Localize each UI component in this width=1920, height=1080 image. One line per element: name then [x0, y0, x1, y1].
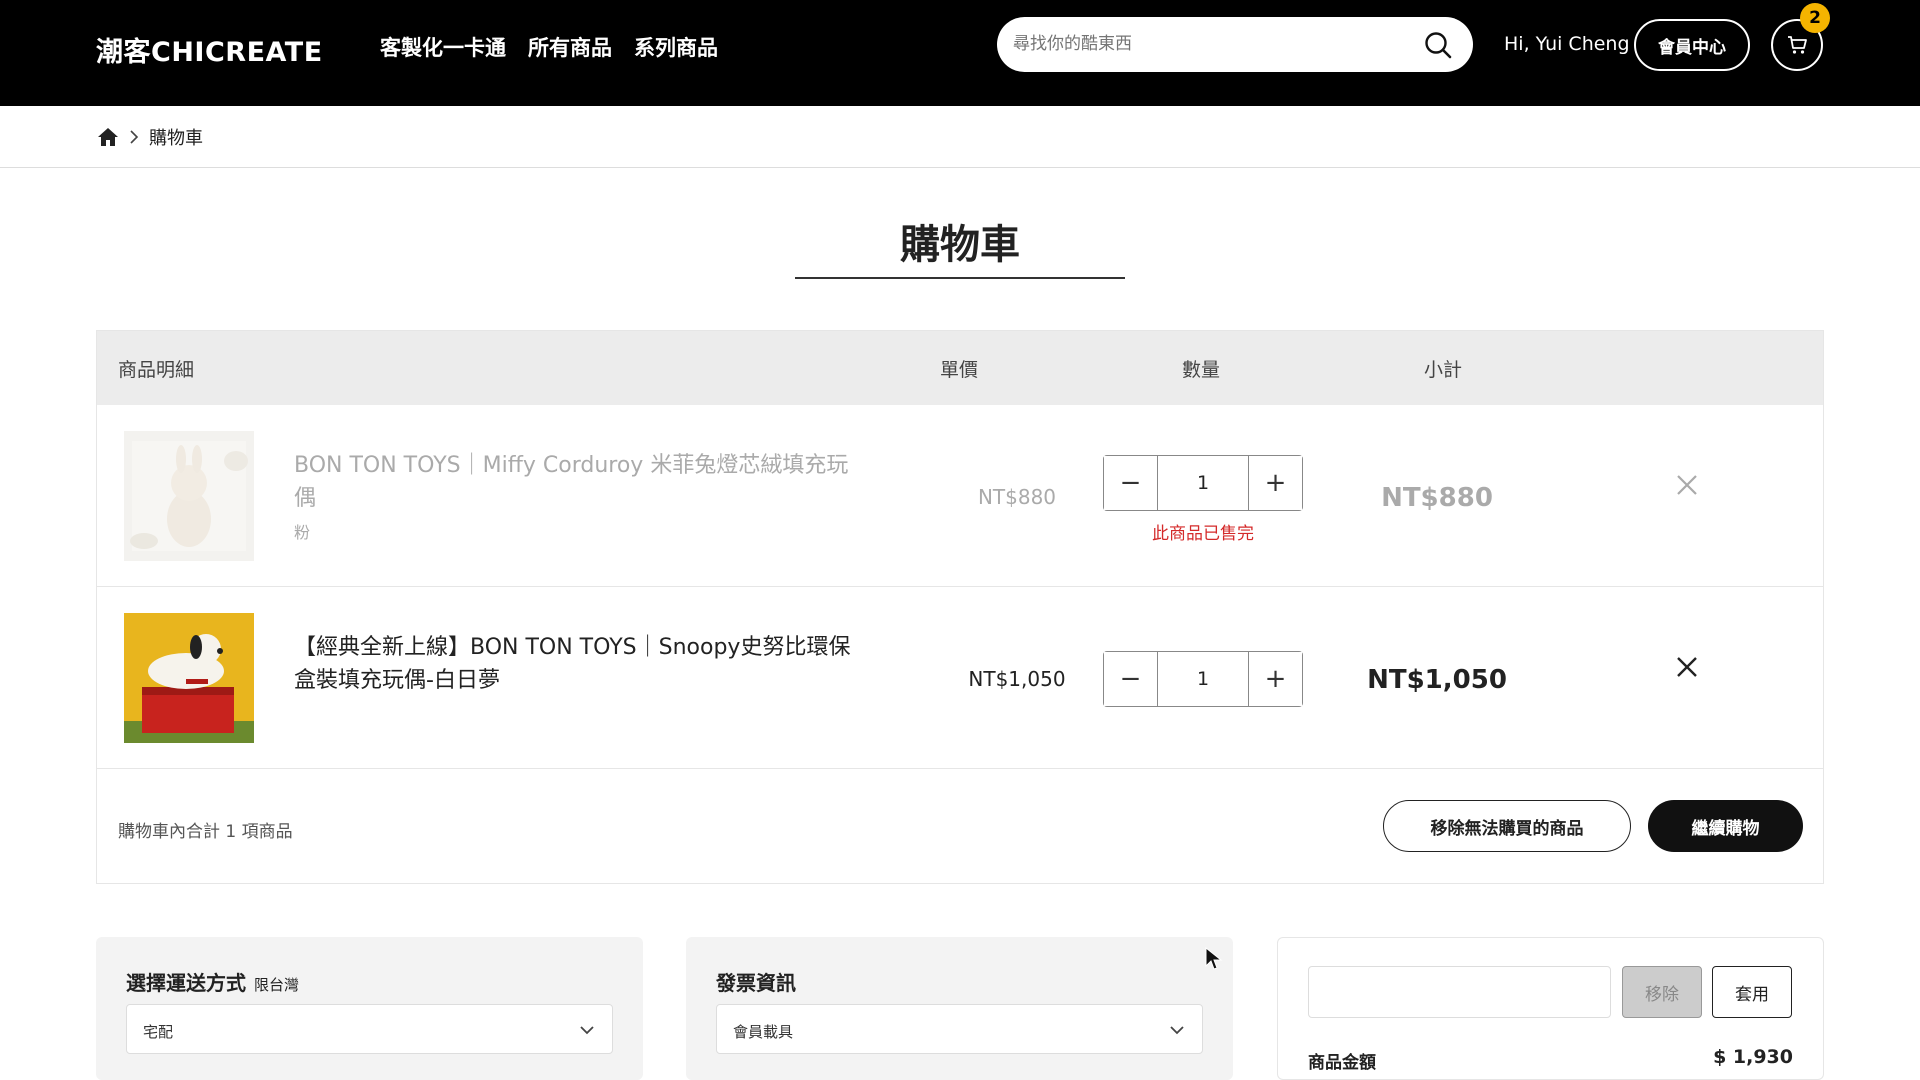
shipping-title-text: 選擇運送方式 [126, 971, 246, 995]
increase-qty-button[interactable]: + [1249, 652, 1302, 706]
continue-shopping-button[interactable]: 繼續購物 [1648, 800, 1803, 852]
breadcrumb: 購物車 [97, 124, 203, 150]
invoice-select[interactable]: 會員載具 [716, 1004, 1203, 1054]
mouse-cursor-icon [1205, 947, 1223, 970]
invoice-panel: 發票資訊 會員載具 [686, 937, 1233, 1080]
coupon-apply-button[interactable]: 套用 [1712, 966, 1792, 1018]
cart-count-badge: 2 [1800, 3, 1830, 33]
coupon-remove-button[interactable]: 移除 [1622, 966, 1702, 1018]
home-icon[interactable] [97, 127, 119, 147]
decrease-qty-button[interactable]: − [1104, 456, 1157, 510]
shipping-title: 選擇運送方式 限台灣 [126, 967, 299, 996]
sold-out-notice: 此商品已售完 [1152, 524, 1254, 544]
nav-series[interactable]: 系列商品 [634, 32, 718, 62]
product-image-snoopy[interactable] [124, 613, 254, 743]
remove-item-icon[interactable] [1672, 470, 1702, 500]
nav-all-products[interactable]: 所有商品 [528, 32, 612, 62]
page-title: 購物車 [900, 222, 1020, 268]
chevron-down-icon [1170, 1026, 1184, 1035]
shipping-selected: 宅配 [143, 1023, 174, 1041]
product-name[interactable]: 【經典全新上線】BON TON TOYS｜Snoopy史努比環保盒裝填充玩偶-白… [294, 631, 854, 697]
site-logo[interactable]: 潮客CHICREATE [96, 30, 323, 69]
cart-table-header: 商品明細 單價 數量 小計 [97, 331, 1823, 405]
member-center-button[interactable]: 會員中心 [1634, 19, 1750, 71]
goods-amount-label: 商品金額 [1308, 1053, 1376, 1073]
product-variant: 粉 [294, 523, 311, 542]
item-subtotal: NT$1,050 [1367, 665, 1507, 695]
chevron-down-icon [580, 1026, 594, 1035]
shipping-select[interactable]: 宅配 [126, 1004, 613, 1054]
cart-row-miffy: BON TON TOYS｜Miffy Corduroy 米菲兔燈芯絨填充玩偶 粉… [97, 405, 1823, 587]
quantity-value[interactable]: 1 [1157, 456, 1249, 510]
breadcrumb-current: 購物車 [149, 128, 203, 149]
unit-price: NT$880 [977, 485, 1057, 509]
quantity-stepper: − 1 + [1103, 455, 1303, 511]
cart-table: 商品明細 單價 數量 小計 BON TON TOYS｜Miffy Corduro… [96, 330, 1824, 884]
cart-row-snoopy: 【經典全新上線】BON TON TOYS｜Snoopy史努比環保盒裝填充玩偶-白… [97, 587, 1823, 769]
invoice-selected: 會員載具 [733, 1023, 794, 1041]
shipping-panel: 選擇運送方式 限台灣 宅配 [96, 937, 643, 1080]
divider [0, 167, 1920, 168]
coupon-input[interactable] [1308, 966, 1611, 1018]
remove-item-icon[interactable] [1672, 652, 1702, 682]
title-underline [795, 277, 1125, 279]
quantity-value[interactable]: 1 [1157, 652, 1249, 706]
invoice-title: 發票資訊 [716, 971, 796, 995]
header-subtotal: 小計 [1424, 359, 1463, 381]
unit-price: NT$1,050 [968, 667, 1066, 691]
cart-item-count: 購物車內合計 1 項商品 [118, 822, 293, 842]
decrease-qty-button[interactable]: − [1104, 652, 1157, 706]
remove-unavailable-button[interactable]: 移除無法購買的商品 [1383, 800, 1631, 852]
shipping-note: 限台灣 [254, 976, 300, 994]
quantity-stepper: − 1 + [1103, 651, 1303, 707]
user-greeting: Hi, Yui Cheng [1504, 33, 1630, 55]
product-name[interactable]: BON TON TOYS｜Miffy Corduroy 米菲兔燈芯絨填充玩偶 [294, 449, 854, 515]
header-qty: 數量 [1182, 359, 1221, 381]
nav-custom-card[interactable]: 客製化一卡通 [380, 32, 506, 62]
item-subtotal: NT$880 [1381, 483, 1493, 513]
search-input[interactable] [1013, 29, 1403, 59]
chevron-right-icon [130, 130, 139, 144]
order-summary: 移除 套用 商品金額 $ 1,930 [1277, 937, 1824, 1080]
goods-amount-value: $ 1,930 [1713, 1046, 1793, 1068]
increase-qty-button[interactable]: + [1249, 456, 1302, 510]
cart-icon [1788, 36, 1807, 54]
search-icon[interactable] [1423, 30, 1453, 60]
top-header: 潮客CHICREATE 客製化一卡通 所有商品 系列商品 Hi, Yui Che… [0, 0, 1920, 106]
header-detail: 商品明細 [118, 359, 195, 381]
header-price: 單價 [940, 359, 979, 381]
search-box [997, 17, 1473, 72]
main-nav: 客製化一卡通 所有商品 系列商品 [380, 32, 718, 62]
product-image-miffy[interactable] [124, 431, 254, 561]
